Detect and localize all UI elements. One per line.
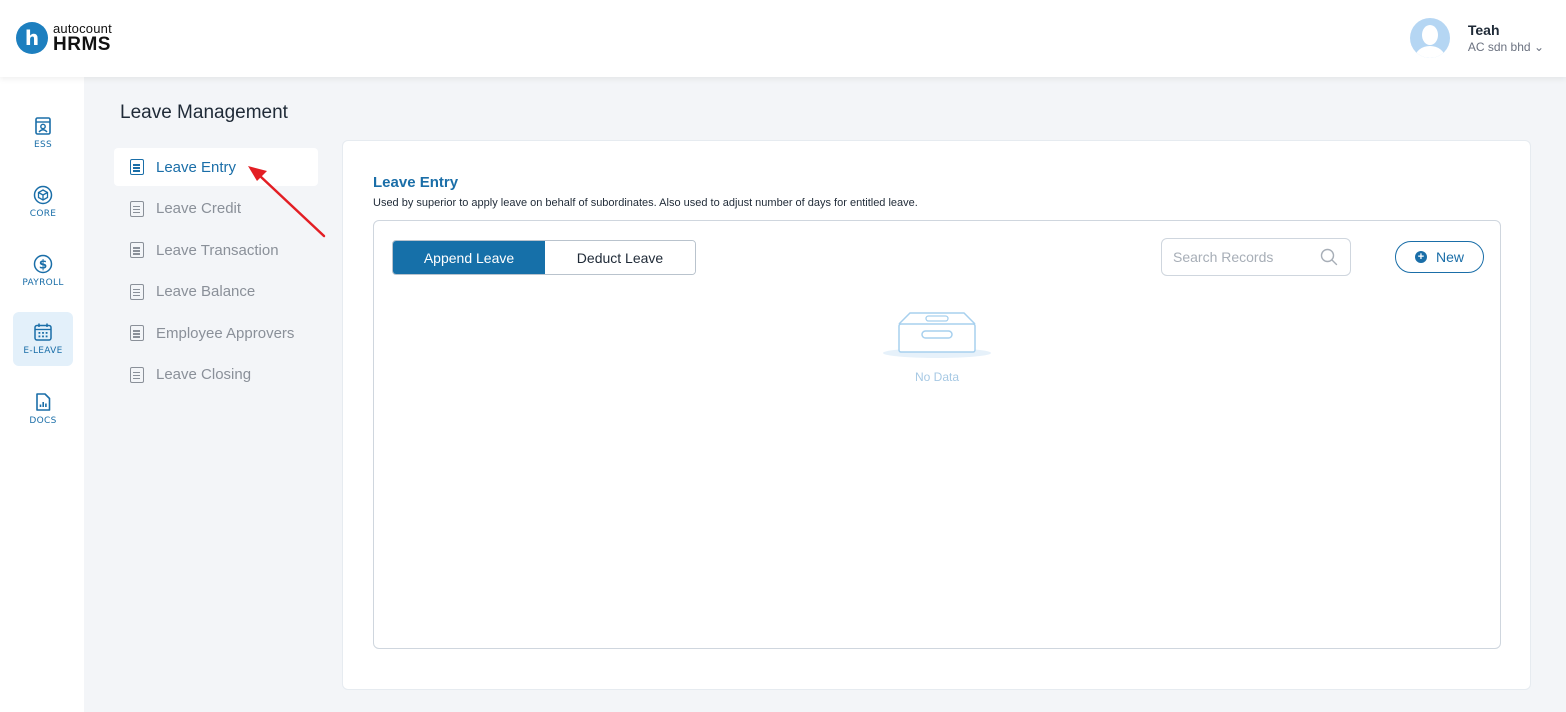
document-icon [130,366,144,383]
rail-label: CORE [29,209,57,219]
new-button-label: New [1435,249,1464,265]
submenu-label: Leave Closing [156,366,252,383]
submenu-label: Employee Approvers [156,324,295,342]
dollar-icon: $ [33,254,53,274]
document-icon [130,283,144,300]
user-company[interactable]: AC sdn bhd ⌄ [1468,40,1544,54]
submenu-label: Leave Entry [156,158,237,176]
plus-circle-icon: + [1414,251,1427,263]
rail-label: E-LEAVE [23,346,63,356]
user-name: Teah [1467,22,1500,38]
section-description: Used by superior to apply leave on behal… [373,197,918,209]
records-panel: Append Leave Deduct Leave + New No Data [373,220,1501,649]
submenu-item-leave-balance[interactable]: Leave Balance [114,273,318,311]
search-box [1161,238,1351,276]
empty-state: No Data [882,309,992,384]
document-icon [130,159,144,175]
top-bar: h autocount HRMS Teah AC sdn bhd ⌄ [0,0,1566,77]
empty-box-icon [883,312,991,358]
cube-icon [33,185,53,205]
leave-entry-card: Leave Entry Used by superior to apply le… [342,140,1531,690]
page-title: Leave Management [120,102,288,123]
section-title: Leave Entry [373,174,459,191]
tab-append-leave[interactable]: Append Leave [393,241,545,274]
logo-mark-icon: h [16,22,48,54]
avatar[interactable] [1409,18,1450,58]
annotation-arrow-icon [248,166,326,238]
submenu-item-employee-approvers[interactable]: Employee Approvers [114,314,318,352]
document-icon [130,242,144,258]
new-button[interactable]: + New [1395,241,1484,273]
submenu-label: Leave Balance [156,283,256,300]
submenu-label: Leave Transaction [156,241,279,259]
rail-label: DOCS [29,416,57,426]
logo[interactable]: h autocount HRMS [16,22,112,54]
document-chart-icon [33,392,53,412]
rail-item-e-leave[interactable]: E-LEAVE [13,312,73,366]
calendar-icon [33,322,53,342]
svg-text:$: $ [39,258,47,272]
rail-item-payroll[interactable]: $ PAYROLL [13,244,73,298]
chevron-down-icon: ⌄ [1533,40,1544,54]
document-icon [130,200,144,217]
document-icon [130,325,144,341]
rail-item-ess[interactable]: ESS [13,106,73,160]
rail-item-core[interactable]: CORE [13,175,73,229]
search-input[interactable] [1173,249,1323,265]
user-menu[interactable]: Teah AC sdn bhd ⌄ [1409,18,1544,58]
rail-item-docs[interactable]: DOCS [13,382,73,436]
search-icon[interactable] [1320,248,1338,266]
rail-label: PAYROLL [22,278,64,288]
empty-state-text: No Data [914,370,960,384]
id-card-icon [33,116,53,136]
leave-type-toggle: Append Leave Deduct Leave [392,240,696,275]
logo-product: HRMS [53,34,111,55]
submenu-item-leave-closing[interactable]: Leave Closing [114,356,318,394]
tab-deduct-leave[interactable]: Deduct Leave [545,241,695,274]
module-rail: ESS CORE $ PAYROLL E-LEAVE DOCS [0,77,84,712]
rail-label: ESS [33,140,52,150]
submenu-label: Leave Credit [156,200,242,217]
